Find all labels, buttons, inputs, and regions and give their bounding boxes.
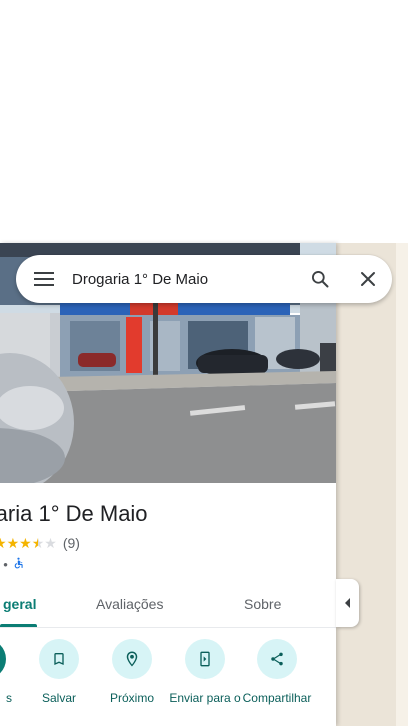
search-icon: [312, 271, 329, 288]
share-icon: [257, 639, 297, 679]
map-canvas[interactable]: [336, 243, 408, 726]
separator-dot: •: [3, 557, 8, 572]
search-button[interactable]: [296, 255, 344, 303]
menu-button[interactable]: [16, 255, 72, 303]
map-road: [396, 243, 408, 726]
maps-viewport: Drogaria 1° De Maio ★ ★ ★ ★ ★ (9) a • ge…: [0, 0, 408, 726]
send-to-phone-button[interactable]: Enviar para o: [167, 639, 243, 705]
star-empty-icon: ★: [44, 535, 57, 551]
search-box: Drogaria 1° De Maio: [16, 255, 392, 303]
tab-overview[interactable]: geral: [3, 596, 36, 612]
wheelchair-accessible-icon: [12, 556, 25, 573]
action-buttons: s Salvar Próximo Enviar para o Compartil…: [0, 639, 336, 726]
star-rating: ★ ★ ★ ★ ★: [0, 535, 57, 551]
star-full-icon: ★: [19, 535, 32, 551]
place-panel: Drogaria 1° De Maio ★ ★ ★ ★ ★ (9) a • ge…: [0, 243, 336, 726]
menu-icon: [34, 272, 54, 286]
save-label: Salvar: [41, 691, 76, 705]
chevron-left-icon: [344, 598, 350, 608]
star-half-icon: ★: [31, 535, 45, 551]
nearby-label: Próximo: [109, 691, 154, 705]
rating-count[interactable]: (9): [63, 535, 80, 551]
star-full-icon: ★: [6, 535, 20, 551]
directions-label: s: [6, 691, 12, 705]
search-input[interactable]: Drogaria 1° De Maio: [72, 271, 296, 288]
share-button[interactable]: Compartilhar: [239, 639, 315, 705]
place-title: Drogaria 1° De Maio: [0, 501, 148, 526]
tab-reviews[interactable]: Avaliações: [96, 596, 163, 612]
rating-row[interactable]: ★ ★ ★ ★ ★ (9): [0, 535, 80, 551]
send-to-phone-label: Enviar para o: [169, 691, 241, 705]
nearby-icon: [112, 639, 152, 679]
share-label: Compartilhar: [242, 691, 312, 705]
nearby-button[interactable]: Próximo: [94, 639, 170, 705]
place-tabs: geral Avaliações Sobre: [0, 583, 336, 628]
close-icon: [361, 272, 375, 286]
collapse-panel-button[interactable]: [336, 579, 359, 627]
directions-icon: [0, 639, 6, 679]
active-tab-indicator: [0, 624, 37, 627]
tab-about[interactable]: Sobre: [244, 596, 281, 612]
bookmark-icon: [39, 639, 79, 679]
save-button[interactable]: Salvar: [21, 639, 97, 705]
category-row: a •: [0, 556, 25, 573]
send-to-phone-icon: [185, 639, 225, 679]
clear-search-button[interactable]: [344, 255, 392, 303]
